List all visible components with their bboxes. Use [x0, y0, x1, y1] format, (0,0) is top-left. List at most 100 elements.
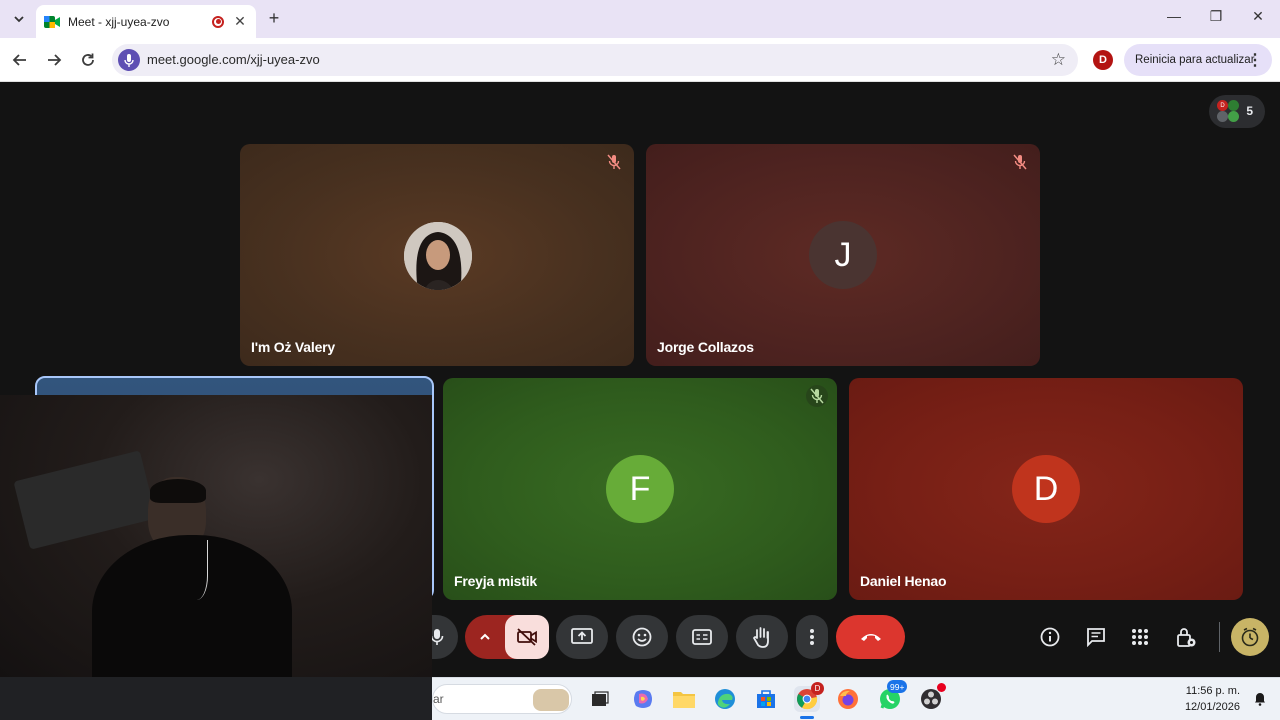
chip-avatar-dot	[1228, 111, 1239, 122]
address-bar[interactable]: meet.google.com/xjj-uyea-zvo ☆	[112, 44, 1078, 76]
edge-button[interactable]	[712, 686, 738, 712]
new-tab-button[interactable]: +	[264, 9, 284, 29]
participant-photo	[404, 222, 472, 290]
chip-avatar-dot	[1228, 100, 1239, 111]
whatsapp-badge: 99+	[887, 680, 908, 693]
browser-toolbar: meet.google.com/xjj-uyea-zvo ☆ D Reinici…	[0, 38, 1280, 82]
captions-button[interactable]	[676, 615, 728, 659]
participant-count: 5	[1246, 104, 1253, 118]
meet-favicon-icon	[44, 15, 60, 28]
reload-icon	[82, 53, 94, 66]
site-mic-indicator[interactable]	[118, 49, 140, 71]
chevron-up-icon	[480, 633, 490, 640]
profile-avatar[interactable]: D	[1093, 50, 1113, 70]
task-view-button[interactable]	[587, 686, 613, 712]
forward-button[interactable]	[43, 49, 65, 71]
self-camera-view	[0, 395, 432, 677]
host-controls-button[interactable]	[1167, 618, 1205, 656]
reactions-button[interactable]	[616, 615, 668, 659]
taskbar: ar D 99+ 11:56 p. m. 12/01/2026	[432, 677, 1280, 720]
apps-icon	[1132, 629, 1148, 645]
clock-time: 11:56 p. m.	[1185, 685, 1240, 697]
controls-divider	[1219, 622, 1220, 652]
raise-hand-button[interactable]	[736, 615, 788, 659]
participant-tile[interactable]: F Freyja mistik	[443, 378, 837, 600]
task-view-icon	[592, 691, 609, 706]
url-text: meet.google.com/xjj-uyea-zvo	[147, 52, 320, 67]
leave-call-button[interactable]	[836, 615, 905, 659]
obs-button[interactable]	[918, 683, 946, 712]
recording-indicator-icon	[212, 15, 224, 28]
captions-icon	[692, 629, 712, 645]
restore-button[interactable]: ❐	[1204, 8, 1228, 30]
chip-avatar-dot	[1217, 111, 1228, 122]
copilot-icon	[634, 690, 652, 708]
back-button[interactable]	[9, 49, 31, 71]
folder-icon	[673, 692, 695, 708]
tab-title: Meet - xjj-uyea-zvo	[68, 14, 170, 29]
more-options-button[interactable]	[796, 615, 828, 659]
participant-name: I'm Oż Valery	[251, 339, 335, 355]
present-screen-icon	[571, 628, 593, 644]
muted-indicator	[1009, 151, 1031, 173]
emoji-icon	[632, 627, 652, 647]
taskbar-search-box[interactable]: ar	[432, 684, 572, 714]
chat-button[interactable]	[1077, 618, 1115, 656]
activities-button[interactable]	[1121, 618, 1159, 656]
participant-tile[interactable]: D Daniel Henao	[849, 378, 1243, 600]
participant-tile[interactable]: I'm Oż Valery	[240, 144, 634, 366]
participant-avatar: D	[1012, 455, 1080, 523]
firefox-button[interactable]	[835, 686, 861, 712]
firefox-icon	[838, 689, 858, 709]
participants-chip[interactable]: D 5	[1209, 95, 1265, 128]
screen: Meet - xjj-uyea-zvo ✕ + — ❐ ✕ meet.googl…	[0, 0, 1280, 720]
camera-off-icon	[517, 628, 537, 646]
bell-icon	[1255, 693, 1265, 706]
participant-name: Freyja mistik	[454, 573, 537, 589]
camera-options-button[interactable]	[465, 615, 505, 659]
file-explorer-button[interactable]	[671, 686, 697, 712]
browser-tab[interactable]: Meet - xjj-uyea-zvo ✕	[36, 5, 256, 38]
muted-indicator	[603, 151, 625, 173]
muted-indicator	[806, 385, 828, 407]
copilot-button[interactable]	[630, 686, 656, 712]
tab-search-button[interactable]	[8, 8, 30, 30]
timer-button[interactable]	[1231, 618, 1269, 656]
arrow-right-icon	[48, 54, 62, 66]
info-icon	[1040, 627, 1060, 647]
reload-button[interactable]	[77, 49, 99, 71]
participant-tile[interactable]: J Jorge Collazos	[646, 144, 1040, 366]
mic-off-icon	[1013, 154, 1027, 170]
notifications-button[interactable]	[1252, 690, 1268, 706]
chevron-down-icon	[14, 16, 24, 23]
participant-name: Daniel Henao	[860, 573, 947, 589]
bookmark-star-icon[interactable]: ☆	[1051, 50, 1066, 70]
close-window-button[interactable]: ✕	[1246, 8, 1270, 30]
tab-strip: Meet - xjj-uyea-zvo ✕ + — ❐ ✕	[0, 0, 1280, 38]
mic-icon	[430, 629, 444, 645]
arrow-left-icon	[12, 54, 26, 66]
active-app-indicator	[800, 716, 814, 719]
camera-control-group	[465, 615, 549, 659]
more-vert-icon	[810, 629, 814, 645]
store-icon	[757, 690, 775, 708]
edge-icon	[715, 689, 735, 709]
whatsapp-button[interactable]: 99+	[877, 680, 908, 712]
chrome-profile-badge: D	[811, 682, 824, 695]
chrome-button[interactable]: D	[794, 682, 824, 719]
store-button[interactable]	[753, 686, 779, 712]
hand-icon	[752, 627, 769, 648]
host-controls-icon	[1177, 628, 1196, 647]
earphone-cable	[180, 540, 208, 600]
person-hair	[150, 479, 206, 503]
system-clock[interactable]: 11:56 p. m. 12/01/2026	[1185, 683, 1240, 715]
tab-close-button[interactable]: ✕	[232, 13, 248, 30]
update-button[interactable]: Reinicia para actualizar ⋮	[1124, 44, 1272, 76]
present-button[interactable]	[556, 615, 608, 659]
recording-badge	[937, 683, 946, 692]
minimize-button[interactable]: —	[1162, 8, 1186, 30]
meeting-details-button[interactable]	[1031, 618, 1069, 656]
participant-avatar: J	[809, 221, 877, 289]
timer-icon	[1241, 627, 1259, 647]
camera-button[interactable]	[505, 615, 549, 659]
